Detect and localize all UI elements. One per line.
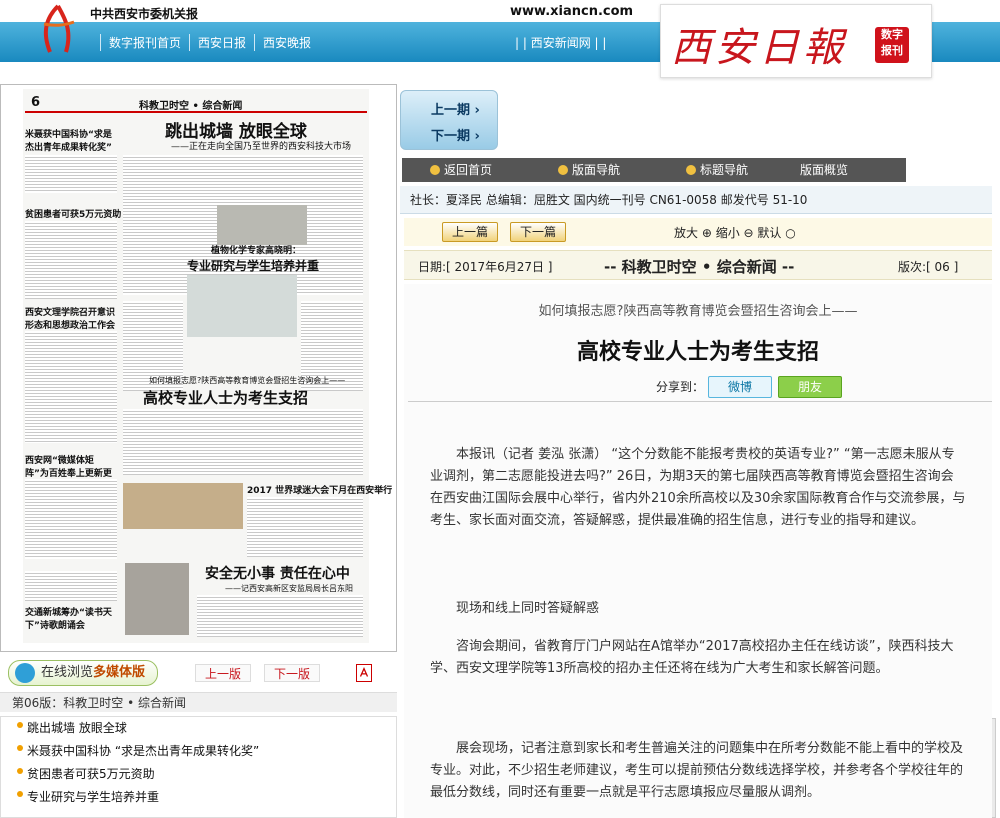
article-body: 如何填报志愿?陕西高等教育博览会暨招生咨询会上—— 高校专业人士为考生支招 分享… xyxy=(404,284,992,818)
np-h6[interactable]: 2017 世界球迷大会下月在西安举行 xyxy=(247,483,392,496)
share-pengyou-button[interactable]: 朋友 xyxy=(778,376,842,398)
article-list: 跳出城墙 放眼全球 米聂获中国科协 “求是杰出青年成果转化奖” 贫困患者可获5万… xyxy=(0,716,397,818)
next-issue-button[interactable]: 下一期 › xyxy=(431,125,480,144)
share-label: 分享到： xyxy=(656,380,705,394)
prev-article-button[interactable]: 上一篇 xyxy=(442,222,498,242)
np-h4[interactable]: 植物化学专家高晓明： xyxy=(211,243,301,256)
nav-layout[interactable]: 版面导航 xyxy=(572,158,620,182)
page-number: 版次:[ 06 ] xyxy=(898,260,959,274)
chat-bubble-icon xyxy=(15,663,35,683)
online-multimedia-button[interactable]: 在线浏览多媒体版 xyxy=(8,660,158,686)
prev-page-button[interactable]: 上一版 xyxy=(195,664,251,682)
np-h7[interactable]: 安全无小事 责任在心中 xyxy=(205,563,350,583)
list-item[interactable]: 贫困患者可获5万元资助 xyxy=(1,763,396,786)
np-h2[interactable]: 米聂获中国科协“求是杰出青年成果转化奖” xyxy=(25,127,117,153)
home-dot-icon xyxy=(430,165,440,175)
np-h9[interactable]: 交通新城筹办“读书天下”诗歌朗诵会 xyxy=(25,605,117,631)
layout-dot-icon xyxy=(558,165,568,175)
article-subhead: 现场和线上同时答疑解惑 xyxy=(456,601,600,616)
brand-logo: 西安日報 数字 报刊 xyxy=(660,4,932,78)
np-section-banner: 科教卫时空 • 综合新闻 xyxy=(139,101,243,112)
list-item[interactable]: 专业研究与学生培养并重 xyxy=(1,786,396,809)
article-paragraph: 本报讯（记者 姜泓 张潇） “这个分数能不能报考贵校的英语专业?” “第一志愿未… xyxy=(430,447,966,528)
next-page-button[interactable]: 下一版 xyxy=(264,664,320,682)
issue-switcher: 上一期 › 下一期 › xyxy=(400,90,498,150)
nav-title[interactable]: 标题导航 xyxy=(700,158,748,182)
multimedia-label: 多媒体版 xyxy=(93,665,146,680)
zoom-default-icon[interactable]: ○ xyxy=(781,226,795,240)
zoom-in-button[interactable]: 放大 xyxy=(674,226,698,240)
article-controls: 上一篇 下一篇 放大 ⊕ 缩小 ⊖ 默认 ○ xyxy=(404,218,992,246)
next-article-button[interactable]: 下一篇 xyxy=(510,222,566,242)
np-h5b[interactable]: 高校专业人士为考生支招 xyxy=(143,387,308,408)
issue-date: 日期:[ 2017年6月27日 ] xyxy=(418,260,553,274)
zoom-in-icon[interactable]: ⊕ xyxy=(698,226,716,240)
np-h5: 如何填报志愿?陕西高等教育博览会暨招生咨询会上—— xyxy=(149,376,346,385)
site-url[interactable]: www.xiancn.com xyxy=(510,4,633,19)
np-page-number: 6 xyxy=(31,95,41,110)
brand-tag: 数字 报刊 xyxy=(875,27,909,63)
np-h10[interactable]: 西安文理学院召开意识形态和思想政治工作会 xyxy=(25,305,117,331)
section-title: -- 科教卫时空 • 综合新闻 -- xyxy=(604,258,795,276)
list-item[interactable]: 米聂获中国科协 “求是杰出青年成果转化奖” xyxy=(1,740,396,763)
site-logo-icon xyxy=(43,4,75,53)
zoom-default-button[interactable]: 默认 xyxy=(757,226,781,240)
np-h3[interactable]: 贫困患者可获5万元资助 xyxy=(25,207,121,220)
page-nav-band: 返回首页 版面导航 标题导航 版面概览 xyxy=(402,158,906,182)
newspaper-page-thumbnail[interactable]: 6 科教卫时空 • 综合新闻 跳出城墙 放眼全球 ——正在走向全国乃至世界的西安… xyxy=(0,84,397,652)
zoom-out-button[interactable]: 缩小 xyxy=(716,226,740,240)
zoom-controls: 放大 ⊕ 缩小 ⊖ 默认 ○ xyxy=(674,224,796,241)
share-weibo-button[interactable]: 微博 xyxy=(708,376,772,398)
brand-title: 西安日報 xyxy=(671,25,847,71)
nav-xian-evening[interactable]: 西安晚报 xyxy=(254,34,319,51)
header-nav: 数字报刊首页 西安日报 西安晚报 xyxy=(100,34,319,51)
title-dot-icon xyxy=(686,165,696,175)
prev-issue-button[interactable]: 上一期 › xyxy=(431,99,480,118)
zoom-out-icon[interactable]: ⊖ xyxy=(740,226,758,240)
np-h7-sub: ——记西安高新区安监局局长吕东阳 xyxy=(225,584,353,593)
share-bar: 分享到： 微博 朋友 xyxy=(408,368,992,402)
nav-overview[interactable]: 版面概览 xyxy=(800,158,848,182)
org-name: 中共西安市委机关报 xyxy=(90,7,199,21)
np-h4b[interactable]: 专业研究与学生培养并重 xyxy=(187,257,319,274)
online-label: 在线浏览 xyxy=(41,665,94,680)
np-h1-sub: ——正在走向全国乃至世界的西安科技大市场 xyxy=(171,142,352,152)
site-header: 中共西安市委机关报 www.xiancn.com 数字报刊首页 西安日报 西安晚… xyxy=(0,0,1000,78)
masthead-info: 社长：夏泽民 总编辑：屈胜文 国内统一刊号 CN61-0058 邮发代号 51-… xyxy=(400,186,992,214)
list-item[interactable]: 跳出城墙 放眼全球 xyxy=(1,717,396,740)
article-paragraph: 咨询会期间，省教育厅门户网站在A馆举办“2017高校招办主任在线访谈”，陕西科技… xyxy=(430,639,954,676)
date-band: 日期:[ 2017年6月27日 ] -- 科教卫时空 • 综合新闻 -- 版次:… xyxy=(404,250,992,280)
nav-xian-news[interactable]: | | 西安新闻网 | | xyxy=(515,34,606,51)
nav-home[interactable]: 返回首页 xyxy=(444,158,492,182)
brand-tag-line2: 报刊 xyxy=(881,44,903,57)
article-paragraph: 展会现场，记者注意到家长和考生普遍关注的问题集中在所考分数能不能上看中的学校及专… xyxy=(430,741,964,800)
nav-xian-daily[interactable]: 西安日报 xyxy=(189,34,254,51)
brand-tag-line1: 数字 xyxy=(881,28,903,41)
nav-digital-home[interactable]: 数字报刊首页 xyxy=(100,34,189,51)
pdf-icon[interactable] xyxy=(356,664,372,682)
section-header: 第06版：科教卫时空 • 综合新闻 xyxy=(0,692,397,712)
page-controls: 在线浏览多媒体版 上一版 下一版 xyxy=(0,660,397,688)
article-subtitle: 如何填报志愿?陕西高等教育博览会暨招生咨询会上—— xyxy=(538,304,858,319)
article-headline: 高校专业人士为考生支招 xyxy=(576,339,819,365)
